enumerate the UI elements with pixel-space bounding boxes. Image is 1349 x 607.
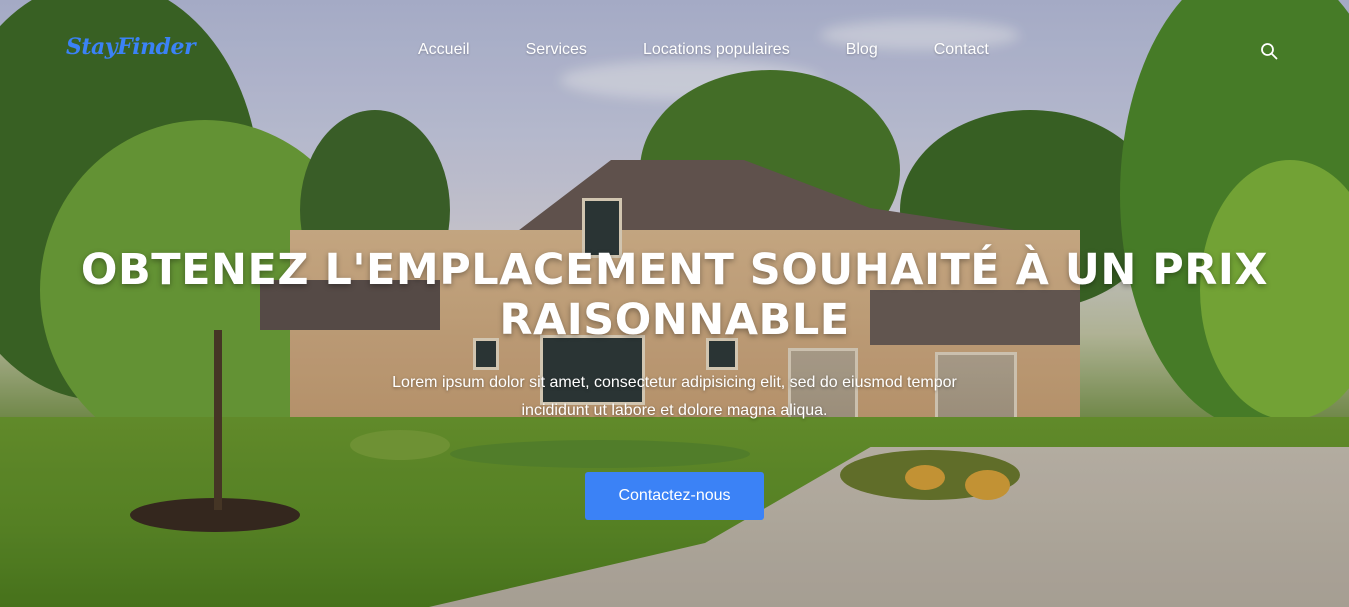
hero-subtitle: Lorem ipsum dolor sit amet, consectetur …	[300, 369, 1049, 425]
hero-title: OBTENEZ L'EMPLACEMENT SOUHAITÉ À UN PRIX…	[0, 245, 1349, 345]
nav-link-accueil[interactable]: Accueil	[418, 41, 470, 59]
hero-title-line-1: OBTENEZ L'EMPLACEMENT SOUHAITÉ À UN PRIX	[80, 245, 1269, 295]
nav-link-blog[interactable]: Blog	[846, 41, 878, 59]
nav-link-services[interactable]: Services	[526, 41, 587, 59]
top-navigation: StayFinder Accueil Services Locations po…	[0, 0, 1349, 100]
hero-subtitle-line-2: incididunt ut labore et dolore magna ali…	[521, 402, 828, 419]
nav-link-locations-populaires[interactable]: Locations populaires	[643, 41, 790, 59]
hero-subtitle-line-1: Lorem ipsum dolor sit amet, consectetur …	[392, 374, 957, 391]
hero-title-line-2: RAISONNABLE	[499, 295, 850, 345]
search-icon[interactable]	[1260, 42, 1278, 60]
main-menu: Accueil Services Locations populaires Bl…	[418, 41, 1045, 59]
brand-logo[interactable]: StayFinder	[66, 34, 196, 60]
contact-button[interactable]: Contactez-nous	[585, 472, 764, 520]
nav-link-contact[interactable]: Contact	[934, 41, 989, 59]
